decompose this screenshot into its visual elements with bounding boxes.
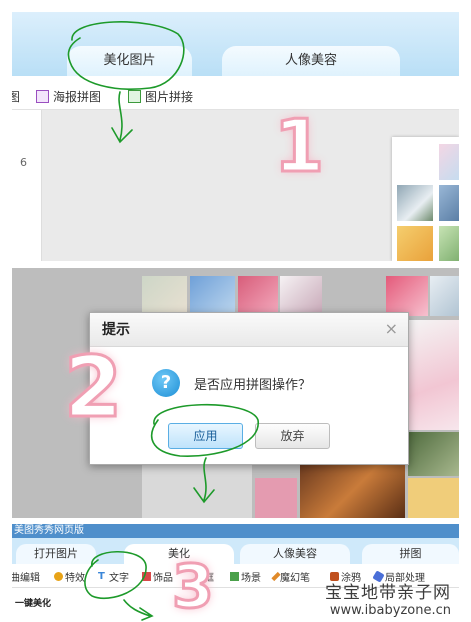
toolbar-item-decoration[interactable]: 饰品 (142, 569, 173, 584)
tab-portrait-beauty[interactable]: 人像美容 (240, 544, 350, 564)
section-title: 一键美化 (15, 599, 52, 609)
thumbnail-strip[interactable] (392, 137, 459, 261)
thumbnail[interactable] (439, 185, 459, 221)
thumbnail[interactable] (397, 226, 433, 261)
tab-label: 打开图片 (34, 547, 78, 560)
toolbar-item-effects[interactable]: 特效 (54, 569, 85, 584)
photo-tile (408, 432, 459, 476)
dialog-message: 是否应用拼图操作？ (194, 378, 312, 393)
app-title: 美图秀秀网页版 (12, 524, 459, 538)
photo-tile (280, 276, 322, 314)
photo-tile (408, 320, 459, 430)
dialog-title: 提示 (90, 313, 408, 347)
screenshot-step-1: 美化图片 人像美容 图 海报拼图 图片拼接 6 1 (12, 12, 459, 261)
side-ruler: 6 (12, 110, 42, 261)
scene-icon (230, 572, 239, 581)
photo-tile (190, 276, 235, 314)
toolbar-item-text[interactable]: T 文字 (98, 569, 129, 585)
watermark-url: www.ibabyzone.cn (329, 603, 451, 618)
tab-open-image[interactable]: 打开图片 (16, 544, 96, 564)
toolbar-item-label: 图片拼接 (145, 90, 194, 104)
toolbar-item-label: 魔幻笔 (280, 573, 310, 584)
photo-tile (430, 276, 459, 316)
toolbar-item-label: 海报拼图 (53, 90, 102, 104)
toolbar-item-edit[interactable]: 曲编辑 (12, 569, 40, 584)
tab-label: 人像美容 (273, 547, 317, 560)
photo-tile (238, 276, 278, 314)
toolbar-item-label: 曲编辑 (12, 573, 40, 584)
toolbar-item-label: 场景 (241, 573, 261, 584)
photo-tile (255, 478, 297, 518)
thumbnail[interactable] (439, 144, 459, 180)
thumbnail[interactable] (439, 226, 459, 261)
step-number: 3 (171, 551, 216, 622)
question-icon: ? (152, 369, 180, 397)
toolbar-item-scene[interactable]: 场景 (230, 569, 261, 584)
poster-collage-icon (36, 90, 49, 103)
tab-beautify-image[interactable]: 美化图片 (67, 46, 192, 76)
toolbar-item-poster-collage[interactable]: 海报拼图 (36, 88, 101, 105)
tab-label: 拼图 (399, 547, 422, 560)
screenshot-step-3: 美图秀秀网页版 打开图片 美化 人像美容 拼图 曲编辑 特效 T 文字 饰品 框 … (12, 524, 459, 622)
screenshot-step-2: 提示 × ? 是否应用拼图操作？ 应用 放弃 2 (12, 268, 459, 518)
watermark: 宝宝地带亲子网 www.ibabyzone.cn (325, 578, 451, 618)
apply-button[interactable]: 应用 (168, 423, 243, 449)
photo-tile (300, 464, 405, 518)
tab-collage[interactable]: 拼图 (362, 544, 459, 564)
discard-button[interactable]: 放弃 (255, 423, 330, 449)
photo-tile (142, 464, 252, 518)
step-number: 2 (62, 337, 123, 438)
close-icon[interactable]: × (385, 319, 398, 338)
toolbar-item-image-stitch[interactable]: 图片拼接 (128, 88, 193, 105)
photo-tile (408, 478, 459, 518)
tab-label: 人像美容 (284, 53, 337, 68)
decoration-icon (142, 572, 151, 581)
tab-portrait-beauty[interactable]: 人像美容 (222, 46, 400, 76)
tab-label: 美化图片 (103, 53, 156, 68)
photo-tile (142, 276, 187, 314)
effects-icon (54, 572, 63, 581)
toolbar-item-label: 饰品 (153, 573, 173, 584)
toolbar-item-magic-pen[interactable]: 魔幻笔 (271, 569, 310, 584)
toolbar-item-label: 特效 (65, 573, 85, 584)
confirm-dialog: 提示 × ? 是否应用拼图操作？ 应用 放弃 (89, 312, 409, 465)
text-icon: T (98, 571, 105, 582)
thumbnail[interactable] (397, 185, 433, 221)
image-stitch-icon (128, 90, 141, 103)
step-number: 1 (272, 103, 325, 190)
photo-tile (386, 276, 428, 316)
toolbar-item-partial[interactable]: 图 (12, 88, 20, 105)
ruler-number: 6 (20, 156, 27, 169)
toolbar-item-label: 文字 (109, 573, 129, 584)
watermark-name: 宝宝地带亲子网 (325, 583, 451, 603)
toolbar-item-label: 图 (12, 90, 21, 104)
